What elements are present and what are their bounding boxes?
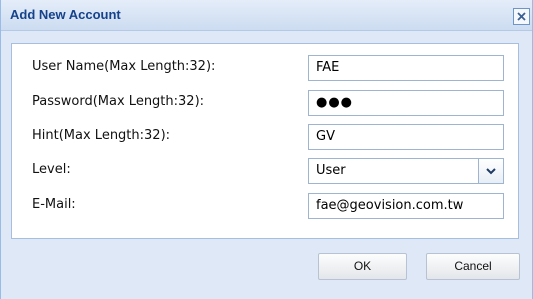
email-input[interactable]: fae@geovision.com.tw <box>308 193 504 219</box>
email-row: E-Mail: fae@geovision.com.tw <box>22 193 512 219</box>
level-dropdown-button[interactable] <box>478 158 504 184</box>
cancel-button[interactable]: Cancel <box>426 253 520 280</box>
close-button[interactable] <box>513 8 530 25</box>
account-form: User Name(Max Length:32): FAE Password(M… <box>11 43 519 239</box>
add-account-dialog: Add New Account User Name(Max Length:32)… <box>0 0 533 299</box>
username-label: User Name(Max Length:32): <box>32 59 216 74</box>
password-label: Password(Max Length:32): <box>32 94 205 109</box>
ok-button[interactable]: OK <box>318 253 407 280</box>
password-input[interactable]: ●●● <box>308 90 504 116</box>
hint-label: Hint(Max Length:32): <box>32 128 171 143</box>
level-select[interactable]: User <box>308 158 504 184</box>
hint-input[interactable]: GV <box>308 124 504 150</box>
username-input[interactable]: FAE <box>308 55 504 81</box>
close-icon <box>517 12 526 21</box>
level-row: Level: User <box>22 158 512 184</box>
chevron-down-icon <box>486 168 496 175</box>
level-label: Level: <box>32 162 71 177</box>
level-select-value[interactable]: User <box>308 158 478 184</box>
dialog-titlebar: Add New Account <box>1 0 532 31</box>
email-label: E-Mail: <box>32 197 76 212</box>
username-row: User Name(Max Length:32): FAE <box>22 55 512 81</box>
password-row: Password(Max Length:32): ●●● <box>22 90 512 116</box>
dialog-title: Add New Account <box>10 7 121 22</box>
hint-row: Hint(Max Length:32): GV <box>22 124 512 150</box>
